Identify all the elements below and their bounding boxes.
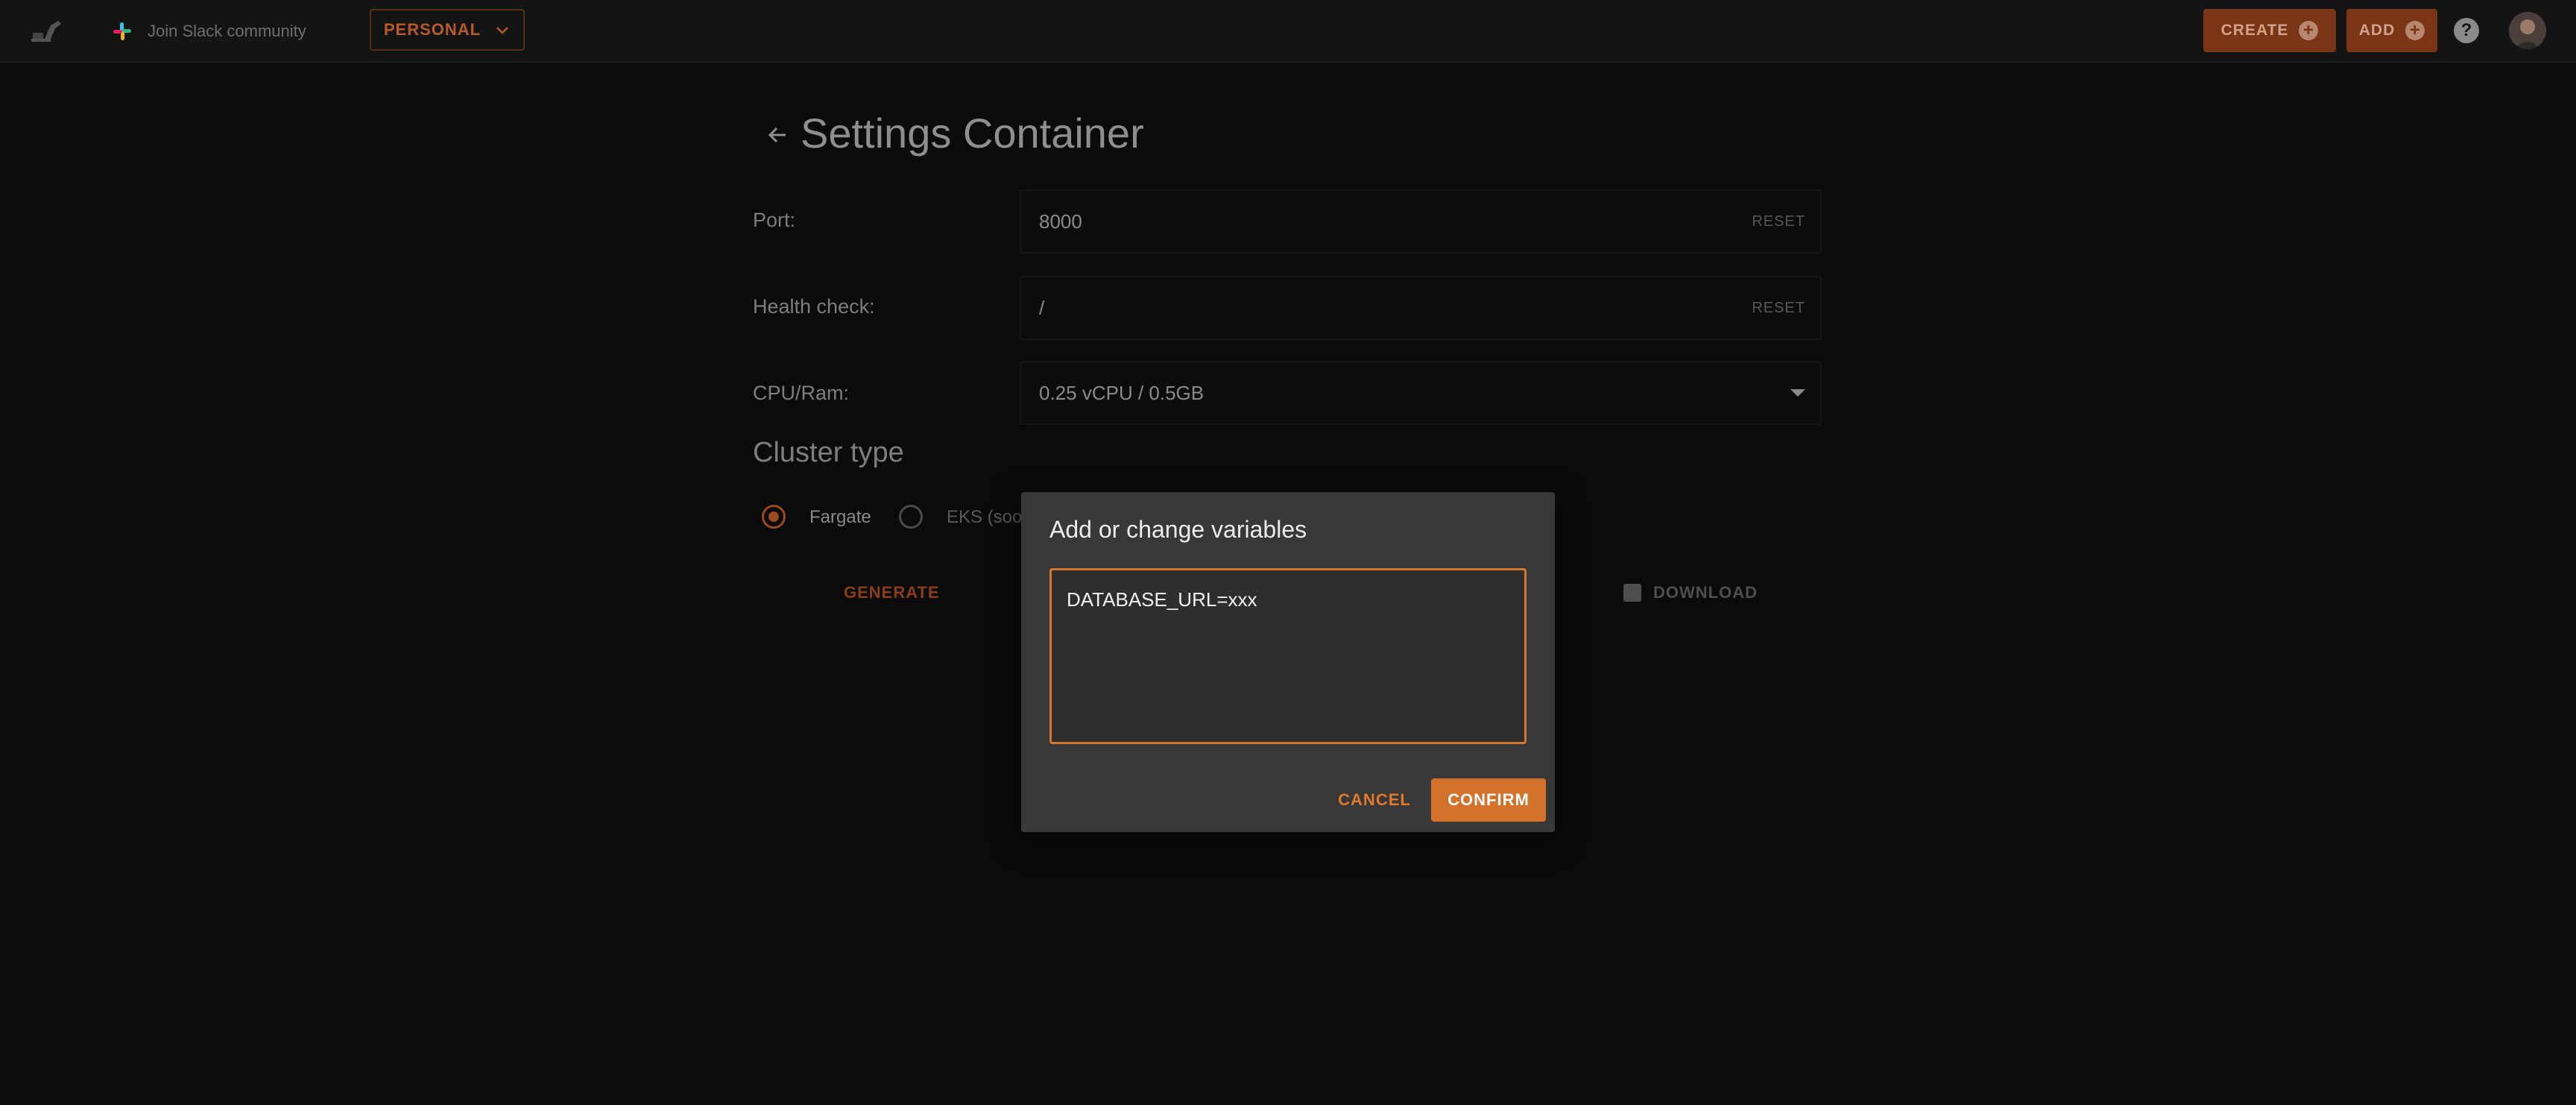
variables-textarea[interactable]: DATABASE_URL=xxx bbox=[1049, 568, 1527, 744]
back-arrow-icon[interactable] bbox=[763, 121, 792, 149]
help-icon-glyph: ? bbox=[2460, 20, 2472, 40]
port-field[interactable]: 8000 RESET bbox=[1020, 189, 1822, 254]
workspace-selector[interactable]: PERSONAL bbox=[370, 9, 525, 51]
slack-icon bbox=[113, 22, 131, 40]
cpu-ram-value: 0.25 vCPU / 0.5GB bbox=[1039, 382, 1205, 404]
app-logo-icon[interactable] bbox=[28, 15, 64, 45]
confirm-button[interactable]: CONFIRM bbox=[1431, 778, 1546, 822]
eks-radio[interactable] bbox=[899, 505, 923, 529]
download-label: DOWNLOAD bbox=[1653, 583, 1758, 602]
variables-dialog: Add or change variables DATABASE_URL=xxx… bbox=[1021, 492, 1555, 832]
help-icon[interactable]: ? bbox=[2454, 18, 2479, 43]
page-title: Settings Container bbox=[801, 110, 1144, 157]
create-button-label: CREATE bbox=[2220, 22, 2289, 39]
cpu-ram-select[interactable]: 0.25 vCPU / 0.5GB bbox=[1020, 361, 1822, 425]
health-check-value: / bbox=[1039, 297, 1045, 319]
cluster-type-heading: Cluster type bbox=[753, 437, 904, 468]
slack-community-link[interactable]: Join Slack community bbox=[112, 16, 306, 46]
chevron-down-icon bbox=[496, 27, 509, 34]
health-check-label: Health check: bbox=[753, 295, 875, 318]
add-button[interactable]: ADD + bbox=[2346, 9, 2437, 52]
cancel-button[interactable]: CANCEL bbox=[1333, 778, 1416, 822]
create-button[interactable]: CREATE + bbox=[2203, 9, 2336, 52]
dialog-title: Add or change variables bbox=[1049, 516, 1307, 543]
port-label: Port: bbox=[753, 209, 796, 231]
cpu-ram-label: CPU/Ram: bbox=[753, 382, 850, 404]
health-check-field[interactable]: / RESET bbox=[1020, 276, 1822, 340]
port-reset-button[interactable]: RESET bbox=[1752, 213, 1805, 230]
add-button-label: ADD bbox=[2358, 22, 2396, 39]
download-button[interactable]: DOWNLOAD bbox=[1623, 583, 1758, 602]
fargate-label: Fargate bbox=[809, 507, 871, 527]
eks-label: EKS (soo bbox=[947, 507, 1023, 527]
plus-circle-icon: + bbox=[2299, 21, 2319, 40]
slack-link-label: Join Slack community bbox=[148, 22, 306, 40]
port-value: 8000 bbox=[1039, 210, 1082, 233]
generate-button[interactable]: GENERATE bbox=[844, 583, 940, 602]
health-check-reset-button[interactable]: RESET bbox=[1752, 300, 1805, 317]
plus-circle-icon: + bbox=[2405, 21, 2425, 40]
workspace-label: PERSONAL bbox=[383, 20, 482, 39]
user-avatar[interactable] bbox=[2509, 12, 2546, 49]
download-icon bbox=[1623, 584, 1641, 602]
top-bar: Join Slack community PERSONAL CREATE + A… bbox=[0, 0, 2576, 63]
fargate-radio[interactable] bbox=[762, 505, 786, 529]
dropdown-caret-icon bbox=[1790, 389, 1805, 397]
